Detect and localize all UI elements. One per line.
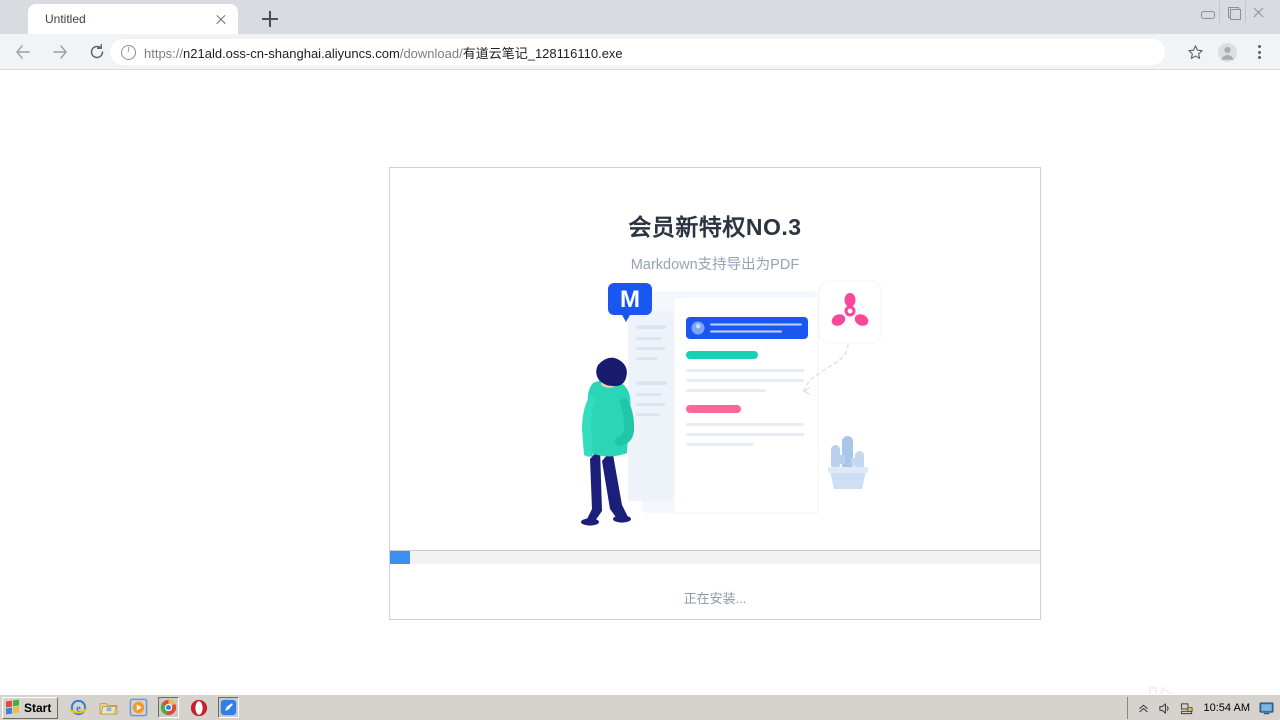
minimize-icon[interactable] xyxy=(1194,1,1220,23)
install-status-text: 正在安装... xyxy=(683,591,747,606)
system-tray: 10:54 AM xyxy=(1126,697,1278,719)
toolbar-actions xyxy=(1180,38,1274,66)
url-host: n21ald.oss-cn-shanghai.aliyuncs.com xyxy=(183,45,400,61)
three-dots-icon[interactable] xyxy=(1244,38,1274,66)
close-icon[interactable] xyxy=(1246,1,1272,23)
star-icon[interactable] xyxy=(1180,38,1210,66)
page-viewport: 会员新特权NO.3 Markdown支持导出为PDF M 正在安装... xyxy=(0,70,1280,720)
screen: Untitled https://n21ald.oss-cn-shanghai.… xyxy=(0,0,1280,720)
document-mockup-icon: M xyxy=(581,280,882,526)
reload-icon[interactable] xyxy=(83,38,111,66)
url-scheme: https:// xyxy=(144,45,184,61)
person-standing-icon xyxy=(581,357,635,526)
close-icon[interactable] xyxy=(211,9,231,29)
installer-footer: 正在安装... xyxy=(390,550,1040,619)
installer-promo-panel: 会员新特权NO.3 Markdown支持导出为PDF M xyxy=(390,168,1040,550)
network-lock-icon[interactable] xyxy=(1180,701,1195,716)
svg-text:e: e xyxy=(77,703,82,714)
info-circle-icon[interactable] xyxy=(121,44,136,60)
installer-window: 会员新特权NO.3 Markdown支持导出为PDF M 正在安装... xyxy=(389,167,1041,620)
monitor-icon[interactable] xyxy=(1259,701,1274,716)
plus-icon[interactable] xyxy=(258,7,282,31)
pdf-acrobat-icon xyxy=(818,280,882,344)
speaker-icon[interactable] xyxy=(1158,701,1173,716)
windows-flag-icon xyxy=(6,699,21,715)
restore-icon[interactable] xyxy=(1220,1,1246,23)
opera-icon[interactable] xyxy=(188,697,209,718)
install-progress-fill xyxy=(390,551,410,564)
svg-text:M: M xyxy=(620,286,640,313)
address-bar[interactable]: https://n21ald.oss-cn-shanghai.aliyuncs.… xyxy=(110,39,1165,65)
file-explorer-icon[interactable] xyxy=(98,697,119,718)
blue-pen-editor-icon[interactable] xyxy=(218,697,240,718)
browser-tab[interactable]: Untitled xyxy=(28,4,238,34)
browser-toolbar: https://n21ald.oss-cn-shanghai.aliyuncs.… xyxy=(0,34,1280,70)
avatar-icon[interactable] xyxy=(1212,38,1242,66)
page-title: 会员新特权NO.3 xyxy=(628,214,802,240)
arrow-left-icon[interactable] xyxy=(9,38,37,66)
taskbar: Start e 10:54 AM xyxy=(0,694,1280,720)
quick-launch-bar: e xyxy=(68,697,240,718)
url-path: /download/ xyxy=(399,45,463,61)
cactus-plant-icon xyxy=(828,436,868,489)
window-controls xyxy=(1194,1,1272,23)
start-button[interactable]: Start xyxy=(2,696,59,719)
clock[interactable]: 10:54 AM xyxy=(1204,702,1250,714)
media-player-icon[interactable] xyxy=(128,697,149,718)
internet-explorer-icon[interactable]: e xyxy=(68,697,89,718)
chevron-up-icon[interactable] xyxy=(1136,701,1151,716)
arrow-right-icon[interactable] xyxy=(46,38,74,66)
install-progress-bar xyxy=(390,550,1040,564)
tab-title: Untitled xyxy=(45,12,86,26)
google-chrome-icon[interactable] xyxy=(158,697,180,718)
url-file: 有道云笔记_128116110.exe xyxy=(462,45,623,61)
url-text: https://n21ald.oss-cn-shanghai.aliyuncs.… xyxy=(144,43,623,62)
start-button-label: Start xyxy=(24,700,52,715)
page-subtitle: Markdown支持导出为PDF xyxy=(630,257,800,273)
browser-tab-strip: Untitled xyxy=(0,0,1280,34)
